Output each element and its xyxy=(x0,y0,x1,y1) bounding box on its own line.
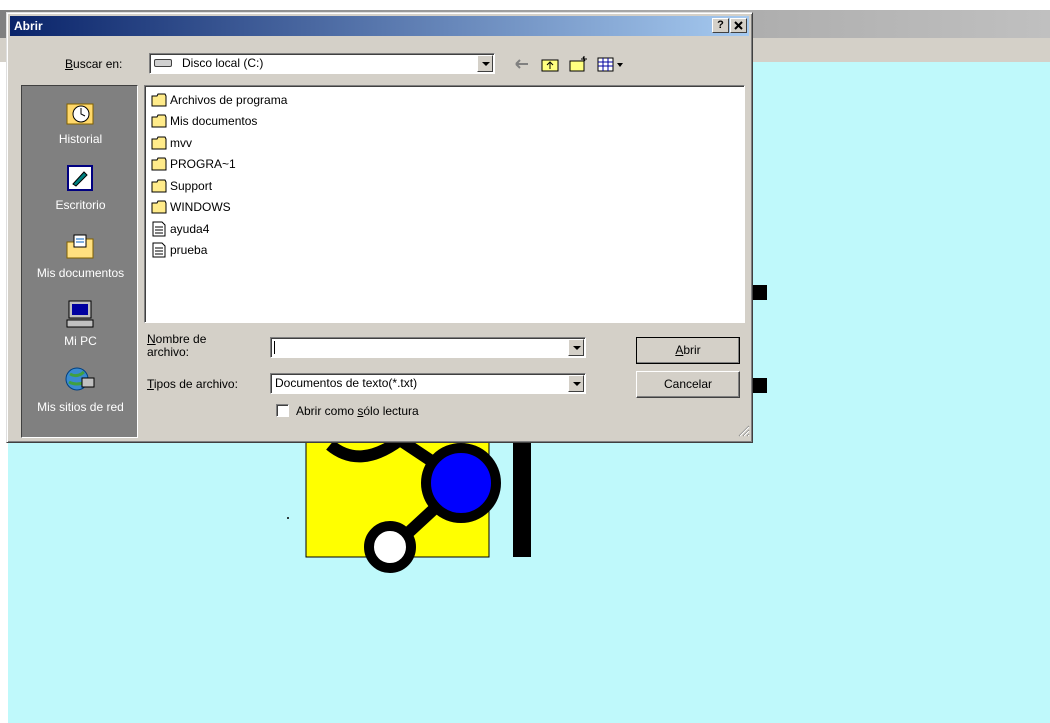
black-handle-top xyxy=(752,285,767,300)
desktop-icon xyxy=(67,165,93,191)
black-bar-shape xyxy=(513,430,531,557)
file-type-value: Documentos de texto(*.txt) xyxy=(275,376,418,390)
place-my-documents[interactable]: Mis documentos xyxy=(22,226,139,292)
read-only-label[interactable]: Abrir como sólo lectura xyxy=(296,404,419,418)
dialog-toolbar xyxy=(512,53,642,75)
place-history[interactable]: Historial xyxy=(22,92,139,158)
place-network-places[interactable]: Mis sitios de red xyxy=(22,360,139,426)
black-handle-middle xyxy=(752,378,767,393)
white-node-circle xyxy=(364,521,416,573)
read-only-checkbox[interactable] xyxy=(276,404,289,417)
file-name-label: Nombre de archivo: xyxy=(147,332,207,359)
help-button[interactable]: ? xyxy=(712,18,729,33)
file-type-dropdown[interactable]: Documentos de texto(*.txt) xyxy=(270,373,586,394)
folder-icon xyxy=(151,114,167,128)
new-folder-icon[interactable] xyxy=(568,55,588,73)
file-type-label: Tipos de archivo: xyxy=(147,377,238,391)
folder-icon xyxy=(151,157,167,171)
text-file-icon xyxy=(152,242,166,258)
file-list[interactable]: Archivos de programa Mis documentos mvv … xyxy=(144,85,745,323)
look-in-label: Buscar en: xyxy=(65,57,123,71)
folder-icon xyxy=(151,136,167,150)
place-my-computer[interactable]: Mi PC xyxy=(22,294,139,360)
dot-mark xyxy=(287,517,289,519)
view-menu-icon[interactable] xyxy=(596,55,626,73)
text-caret xyxy=(274,341,275,354)
look-in-value: Disco local (C:) xyxy=(182,56,264,70)
blue-node-circle xyxy=(421,443,501,523)
text-file-icon xyxy=(152,221,166,237)
folder-icon xyxy=(151,179,167,193)
back-arrow-icon[interactable] xyxy=(512,55,532,73)
chevron-down-icon[interactable] xyxy=(568,375,584,392)
network-places-icon xyxy=(65,367,95,391)
history-icon xyxy=(66,103,94,125)
folder-icon xyxy=(151,200,167,214)
resize-grip-icon[interactable] xyxy=(738,425,750,437)
place-desktop[interactable]: Escritorio xyxy=(22,158,139,224)
dialog-title: Abrir xyxy=(14,19,43,33)
look-in-dropdown[interactable]: Disco local (C:) xyxy=(149,53,495,74)
up-one-level-icon[interactable] xyxy=(540,55,560,73)
chevron-down-icon[interactable] xyxy=(477,55,493,72)
dialog-title-bar[interactable]: Abrir ? xyxy=(10,16,749,36)
my-documents-icon xyxy=(66,234,94,259)
folder-icon xyxy=(151,93,167,107)
cancel-button[interactable]: Cancelar xyxy=(636,371,740,398)
open-button[interactable]: Abrir xyxy=(636,337,740,364)
file-name-input[interactable] xyxy=(270,337,586,358)
chevron-down-icon[interactable] xyxy=(568,339,584,356)
my-computer-icon xyxy=(66,300,94,328)
places-bar: Historial Escritorio Mis documentos Mi P… xyxy=(21,85,138,438)
close-button[interactable] xyxy=(730,18,747,33)
open-file-dialog: Abrir ? Buscar en: Disco local (C:) Hist… xyxy=(6,12,753,443)
close-icon xyxy=(734,21,743,30)
